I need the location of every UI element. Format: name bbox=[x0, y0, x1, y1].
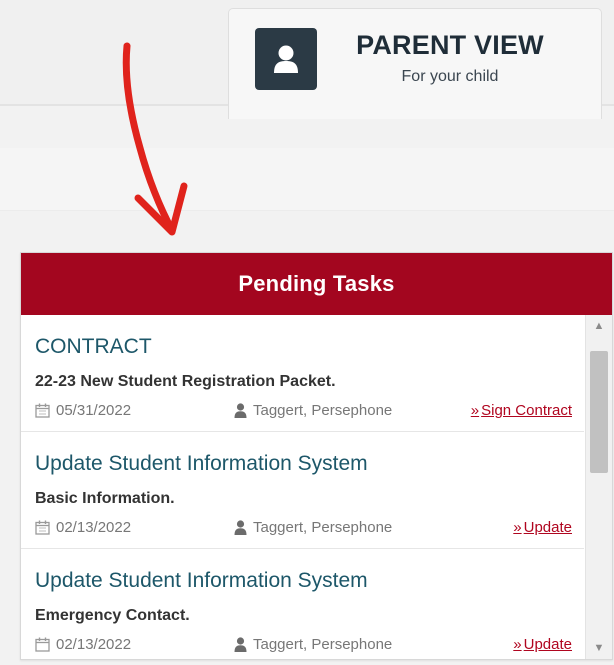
parent-view-title: PARENT VIEW bbox=[356, 30, 544, 60]
task-date: 02/13/2022 bbox=[35, 519, 131, 536]
double-chevron-right-icon: » bbox=[513, 636, 522, 653]
panel-title: Pending Tasks bbox=[21, 253, 612, 315]
person-icon bbox=[234, 403, 247, 418]
task-item: CONTRACT 22-23 New Student Registration … bbox=[21, 315, 584, 432]
update-link[interactable]: » Update bbox=[513, 636, 572, 653]
calendar-icon bbox=[35, 520, 50, 535]
task-list-scrollbar[interactable]: ▲ ▼ bbox=[585, 315, 612, 659]
scroll-up-arrow-icon[interactable]: ▲ bbox=[586, 315, 612, 337]
scroll-down-arrow-icon[interactable]: ▼ bbox=[586, 637, 612, 659]
task-person: Taggert, Persephone bbox=[234, 519, 392, 536]
task-person: Taggert, Persephone bbox=[234, 402, 392, 419]
task-item: Update Student Information System Basic … bbox=[21, 432, 584, 549]
task-person-text: Taggert, Persephone bbox=[253, 636, 393, 653]
user-icon bbox=[255, 28, 317, 90]
pending-tasks-panel: Pending Tasks CONTRACT 22-23 New Student… bbox=[20, 252, 613, 660]
double-chevron-right-icon: » bbox=[513, 519, 522, 536]
task-person: Taggert, Persephone bbox=[234, 636, 392, 653]
task-date-text: 02/13/2022 bbox=[56, 519, 132, 536]
calendar-icon bbox=[35, 637, 50, 652]
double-chevron-right-icon: » bbox=[470, 402, 480, 419]
task-title: Update Student Information System bbox=[35, 569, 368, 592]
parent-view-subtitle: For your child bbox=[401, 68, 499, 85]
person-icon bbox=[234, 520, 247, 535]
task-date: 02/13/2022 bbox=[35, 636, 131, 653]
task-description: Emergency Contact. bbox=[35, 607, 190, 624]
sign-contract-link[interactable]: » Sign Contract bbox=[471, 402, 572, 419]
task-description: Basic Information. bbox=[35, 490, 175, 507]
calendar-icon bbox=[35, 403, 50, 418]
task-list[interactable]: CONTRACT 22-23 New Student Registration … bbox=[21, 315, 584, 659]
action-label: Sign Contract bbox=[481, 402, 572, 419]
person-icon bbox=[234, 637, 247, 652]
task-person-text: Taggert, Persephone bbox=[253, 402, 393, 419]
task-title: CONTRACT bbox=[35, 335, 152, 358]
scroll-thumb[interactable] bbox=[590, 351, 608, 473]
task-item: Update Student Information System Emerge… bbox=[21, 549, 584, 659]
task-date-text: 05/31/2022 bbox=[56, 402, 132, 419]
task-person-text: Taggert, Persephone bbox=[253, 519, 393, 536]
task-date-text: 02/13/2022 bbox=[56, 636, 132, 653]
sub-header-band bbox=[0, 148, 614, 211]
action-label: Update bbox=[523, 519, 572, 536]
annotation-arrow-icon bbox=[122, 42, 188, 236]
action-label: Update bbox=[523, 636, 572, 653]
task-date: 05/31/2022 bbox=[35, 402, 131, 419]
update-link[interactable]: » Update bbox=[513, 519, 572, 536]
task-title: Update Student Information System bbox=[35, 452, 368, 475]
task-description: 22-23 New Student Registration Packet. bbox=[35, 373, 336, 390]
